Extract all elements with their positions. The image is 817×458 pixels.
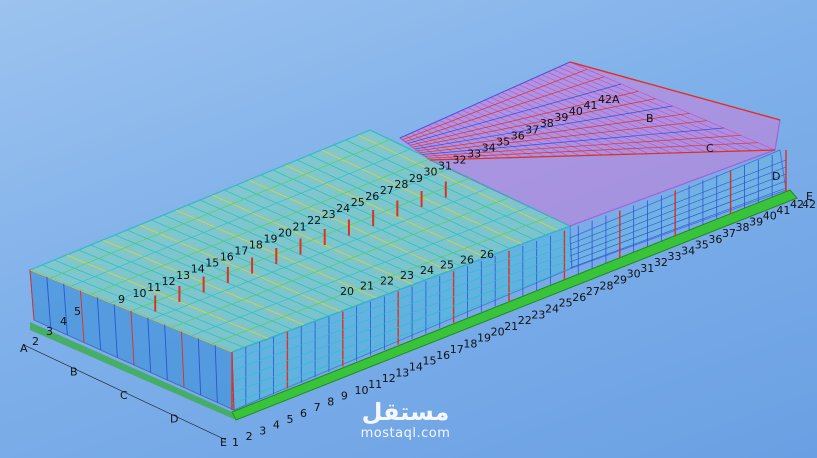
front-grid-number: 16: [436, 349, 450, 362]
roof-grid-number: 17: [234, 245, 248, 258]
front-grid-number: 7: [314, 401, 321, 414]
roof-grid-number: 39: [554, 111, 568, 124]
right-grid-letter: C: [706, 142, 714, 155]
roof-grid-number: 11: [147, 281, 161, 294]
roof-grid-number: 30: [423, 166, 437, 179]
left-grid-number: 2: [32, 335, 39, 348]
front-grid-number: 21: [504, 320, 518, 333]
front-grid-number: 40: [763, 210, 777, 223]
right-edge-label: 42: [802, 198, 816, 211]
roof-grid-number: 34: [482, 141, 496, 154]
roof-grid-number: 25: [351, 196, 365, 209]
mid-grid-number: 21: [360, 280, 374, 293]
roof-grid-number: 14: [191, 263, 205, 276]
left-grid-number: 3: [46, 325, 53, 338]
front-grid-number: 3: [259, 424, 266, 437]
front-grid-number: 24: [545, 302, 559, 315]
roof-grid-number: 15: [205, 257, 219, 270]
roof-grid-number: 13: [176, 269, 190, 282]
3d-model-viewport[interactable]: 1 2 3 4 5 6 7 8 9 10 11 12 13 14 15 16 17 18 19 20 21 22 23 24 2…: [0, 0, 817, 458]
watermark-arabic: مستقل: [361, 398, 450, 426]
left-grid-number: 4: [60, 315, 67, 328]
watermark-latin: mostaql.com: [360, 426, 451, 441]
roof-grid-number: 28: [394, 178, 408, 191]
front-grid-number: 12: [382, 372, 396, 385]
front-grid-number: 13: [395, 366, 409, 379]
steel-structure-model: 1 2 3 4 5 6 7 8 9 10 11 12 13 14 15 16 17 18 19 20 21 22 23 24 2…: [20, 61, 816, 449]
front-grid-number: 10: [354, 384, 368, 397]
front-grid-number: 22: [518, 314, 532, 327]
front-grid-number: 17: [450, 343, 464, 356]
roof-grid-number: 12: [162, 275, 176, 288]
front-grid-number: 20: [491, 326, 505, 339]
mid-grid-number: 22: [380, 274, 394, 287]
front-grid-number: 39: [749, 215, 763, 228]
roof-grid-number: 22: [307, 214, 321, 227]
front-grid-number: 25: [559, 297, 573, 310]
front-grid-number: 14: [409, 361, 423, 374]
roof-grid-number: 41: [583, 99, 597, 112]
roof-grid-number: 37: [525, 123, 539, 136]
mid-grid-number: 26: [460, 253, 474, 266]
front-grid-number: 2: [246, 430, 253, 443]
roof-grid-number: 9: [118, 293, 125, 306]
roof-grid-number: 24: [336, 202, 350, 215]
roof-grid-number: 26: [365, 190, 379, 203]
roof-grid-number: 21: [293, 220, 307, 233]
front-grid-number: 41: [776, 204, 790, 217]
front-grid-number: 6: [300, 407, 307, 420]
front-grid-number: 29: [613, 273, 627, 286]
mid-grid-number: 24: [420, 264, 434, 277]
roof-grid-number: 23: [322, 208, 336, 221]
front-grid-number: 30: [627, 268, 641, 281]
front-grid-number: 19: [477, 332, 491, 345]
right-grid-letter: B: [646, 112, 654, 125]
roof-grid-number: 10: [133, 287, 147, 300]
front-grid-number: 23: [531, 308, 545, 321]
roof-grid-number: 40: [569, 105, 583, 118]
roof-grid-number: 36: [511, 129, 525, 142]
front-grid-number: 26: [572, 291, 586, 304]
roof-grid-number: 38: [540, 117, 554, 130]
roof-grid-number: 18: [249, 238, 263, 251]
front-grid-number: 37: [722, 227, 736, 240]
front-grid-number: 36: [708, 233, 722, 246]
front-grid-number: 9: [341, 390, 348, 403]
front-grid-number: 27: [586, 285, 600, 298]
front-grid-number: 31: [640, 262, 654, 275]
front-grid-number: 8: [327, 395, 334, 408]
mid-grid-number: 25: [440, 259, 454, 272]
front-grid-number: 1: [232, 436, 239, 449]
front-grid-number: 4: [273, 419, 280, 432]
mid-grid-number: 23: [400, 269, 414, 282]
roof-grid-number: 31: [438, 160, 452, 173]
roof-grid-number: 35: [496, 135, 510, 148]
left-grid-letter: A: [20, 342, 28, 355]
left-grid-number: 5: [74, 305, 81, 318]
mid-grid-number: 26: [480, 248, 494, 261]
roof-grid-number: 33: [467, 148, 481, 161]
roof-grid-number: 16: [220, 251, 234, 264]
roof-grid-number: 29: [409, 172, 423, 185]
front-grid-number: 33: [668, 250, 682, 263]
front-grid-number: 32: [654, 256, 668, 269]
front-grid-number: 28: [599, 279, 613, 292]
mid-grid-number: 20: [340, 285, 354, 298]
roof-grid-number: 19: [263, 232, 277, 245]
front-grid-number: 5: [286, 413, 293, 426]
mostaql-watermark: مستقل mostaql.com: [348, 398, 463, 441]
roof-grid-number: 27: [380, 184, 394, 197]
front-grid-number: 38: [736, 221, 750, 234]
front-grid-number: 11: [368, 378, 382, 391]
front-grid-number: 18: [463, 337, 477, 350]
front-grid-number: 34: [681, 244, 695, 257]
right-grid-letter: D: [772, 170, 780, 183]
front-grid-number: 15: [423, 355, 437, 368]
roof-grid-number: 20: [278, 226, 292, 239]
roof-grid-number: 42A: [598, 93, 620, 106]
roof-grid-number: 32: [453, 154, 467, 167]
front-grid-number: 35: [695, 239, 709, 252]
